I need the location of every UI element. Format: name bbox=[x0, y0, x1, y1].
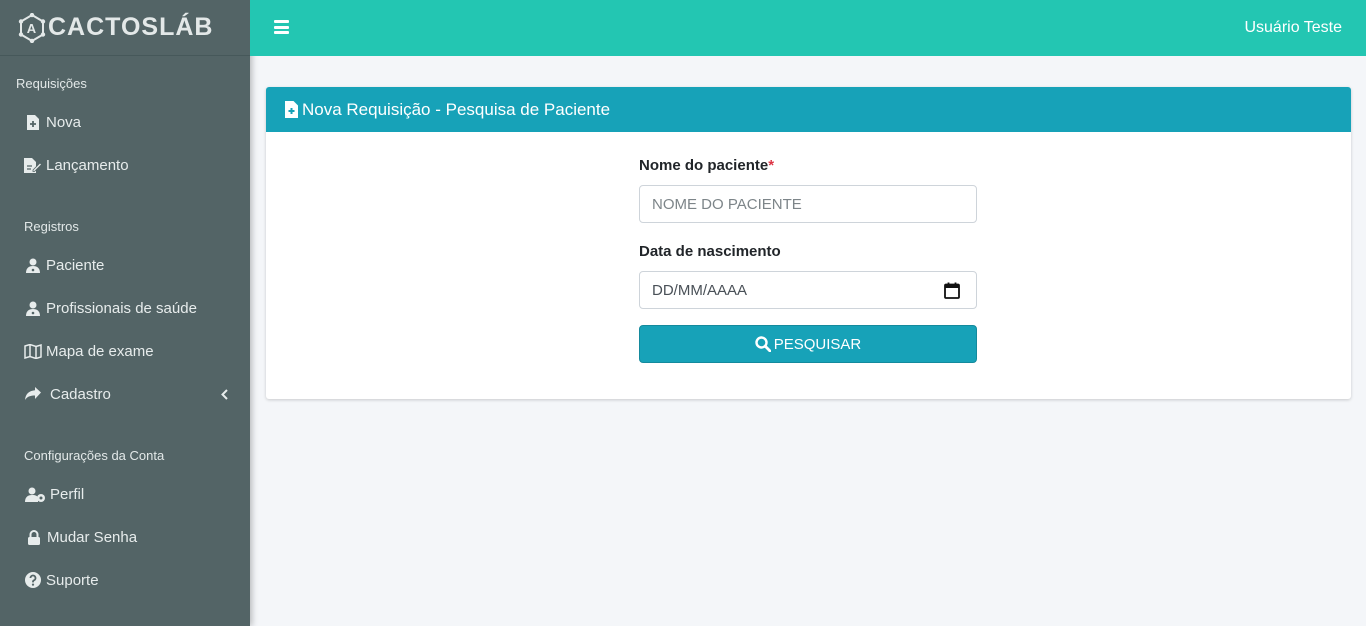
birth-date-input[interactable]: DD/MM/AAAA bbox=[639, 271, 977, 309]
menu-toggle-icon[interactable] bbox=[274, 20, 289, 34]
sidebar-item-suporte[interactable]: Suporte bbox=[24, 565, 234, 595]
question-circle-icon bbox=[24, 572, 42, 588]
sidebar-item-label: Lançamento bbox=[46, 156, 129, 174]
file-medical-icon bbox=[285, 101, 298, 118]
map-icon bbox=[24, 343, 42, 359]
birth-date-label: Data de nascimento bbox=[639, 243, 781, 260]
user-doctor-icon bbox=[24, 258, 42, 273]
sidebar-item-mudar-senha[interactable]: Mudar Senha bbox=[24, 522, 234, 552]
sidebar-item-lancamento[interactable]: Lançamento bbox=[24, 150, 234, 180]
sidebar-item-label: Nova bbox=[46, 113, 82, 131]
file-plus-icon bbox=[24, 114, 42, 130]
topbar: Usuário Teste bbox=[250, 0, 1366, 56]
user-menu[interactable]: Usuário Teste bbox=[1244, 19, 1342, 37]
sidebar-item-label: Suporte bbox=[46, 571, 99, 589]
sidebar-item-profissionais[interactable]: Profissionais de saúde bbox=[24, 293, 234, 323]
sidebar-item-perfil[interactable]: Perfil bbox=[24, 479, 234, 509]
sidebar-item-nova[interactable]: Nova bbox=[24, 107, 234, 137]
sidebar: A CACTOSLÁB Requisições Nova Lançamento … bbox=[0, 0, 250, 626]
patient-name-label-text: Nome do paciente bbox=[639, 157, 769, 174]
sidebar-item-label: Paciente bbox=[46, 256, 105, 274]
edit-file-icon bbox=[24, 157, 42, 173]
share-arrow-icon bbox=[24, 387, 42, 401]
card-header: Nova Requisição - Pesquisa de Paciente bbox=[266, 87, 1351, 132]
nav-header-requisicoes: Requisições bbox=[16, 76, 87, 91]
birth-date-value: DD/MM/AAAA bbox=[652, 281, 748, 299]
chevron-left-icon bbox=[221, 387, 228, 404]
brand-name: CACTOSLÁB bbox=[48, 13, 214, 41]
sidebar-item-cadastro[interactable]: Cadastro bbox=[24, 379, 234, 409]
nav-header-configuracoes: Configurações da Conta bbox=[24, 448, 165, 463]
user-doctor-icon bbox=[24, 301, 42, 316]
patient-name-input[interactable]: NOME DO PACIENTE bbox=[639, 185, 977, 223]
sidebar-item-label: Mapa de exame bbox=[46, 342, 154, 360]
calendar-icon[interactable] bbox=[944, 282, 960, 303]
sidebar-item-label: Cadastro bbox=[50, 385, 111, 403]
sidebar-item-label: Profissionais de saúde bbox=[46, 299, 197, 317]
lock-icon bbox=[24, 529, 44, 545]
sidebar-item-label: Mudar Senha bbox=[47, 528, 138, 546]
cactoslab-logo-icon: A bbox=[18, 12, 46, 43]
sidebar-item-mapa-exame[interactable]: Mapa de exame bbox=[24, 336, 234, 366]
sidebar-item-paciente[interactable]: Paciente bbox=[24, 250, 234, 280]
search-patient-card: Nova Requisição - Pesquisa de Paciente N… bbox=[266, 87, 1351, 399]
search-icon bbox=[755, 336, 771, 352]
sidebar-item-label: Perfil bbox=[50, 485, 85, 503]
card-title: Nova Requisição - Pesquisa de Paciente bbox=[302, 99, 611, 119]
patient-name-label: Nome do paciente* bbox=[639, 157, 774, 174]
search-button-label: PESQUISAR bbox=[773, 335, 862, 353]
nav-header-registros: Registros bbox=[24, 219, 79, 234]
brand-logo[interactable]: A CACTOSLÁB bbox=[18, 12, 214, 43]
user-gear-icon bbox=[24, 487, 46, 502]
search-button[interactable]: PESQUISAR bbox=[639, 325, 977, 363]
required-mark: * bbox=[768, 157, 775, 174]
brand[interactable]: A CACTOSLÁB bbox=[0, 0, 250, 56]
svg-text:A: A bbox=[27, 21, 37, 36]
